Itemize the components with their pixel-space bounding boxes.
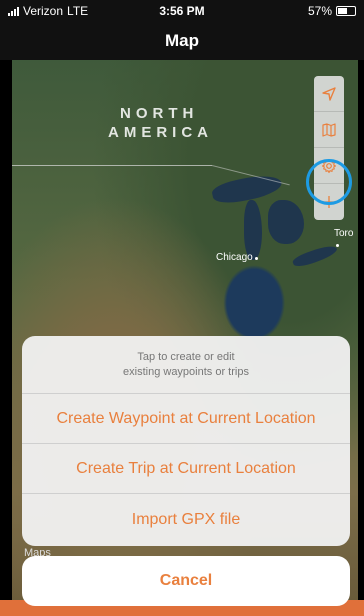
create-waypoint-button[interactable]: Create Waypoint at Current Location <box>22 394 350 444</box>
map-icon <box>322 122 336 137</box>
region-label: NORTH <box>120 105 199 122</box>
battery-icon <box>336 6 356 16</box>
map-type-button[interactable] <box>314 112 344 148</box>
action-sheet: Tap to create or edit existing waypoints… <box>22 336 350 546</box>
action-sheet-message: Tap to create or edit <box>137 350 235 363</box>
region-label: AMERICA <box>108 124 213 141</box>
cancel-button[interactable]: Cancel <box>22 556 350 606</box>
lake-michigan <box>244 200 262 260</box>
action-sheet-header: Tap to create or edit existing waypoints… <box>22 336 350 394</box>
highlight-ring <box>306 159 352 205</box>
city-label-chicago: Chicago <box>216 252 258 263</box>
import-gpx-button[interactable]: Import GPX file <box>22 494 350 546</box>
location-arrow-icon <box>322 86 336 101</box>
page-title: Map <box>165 31 199 50</box>
city-label-toronto: Toro <box>334 228 358 250</box>
lake-huron <box>268 200 304 244</box>
action-sheet-message: existing waypoints or trips <box>123 365 249 378</box>
lake-erie <box>291 242 339 270</box>
locate-button[interactable] <box>314 76 344 112</box>
battery-percent: 57% <box>307 4 332 18</box>
nav-bar: Map <box>0 22 364 60</box>
status-bar: Verizon LTE 3:56 PM 57% <box>0 0 364 22</box>
create-trip-button[interactable]: Create Trip at Current Location <box>22 444 350 494</box>
battery-info: 57% <box>308 4 356 18</box>
border-line <box>12 165 212 166</box>
